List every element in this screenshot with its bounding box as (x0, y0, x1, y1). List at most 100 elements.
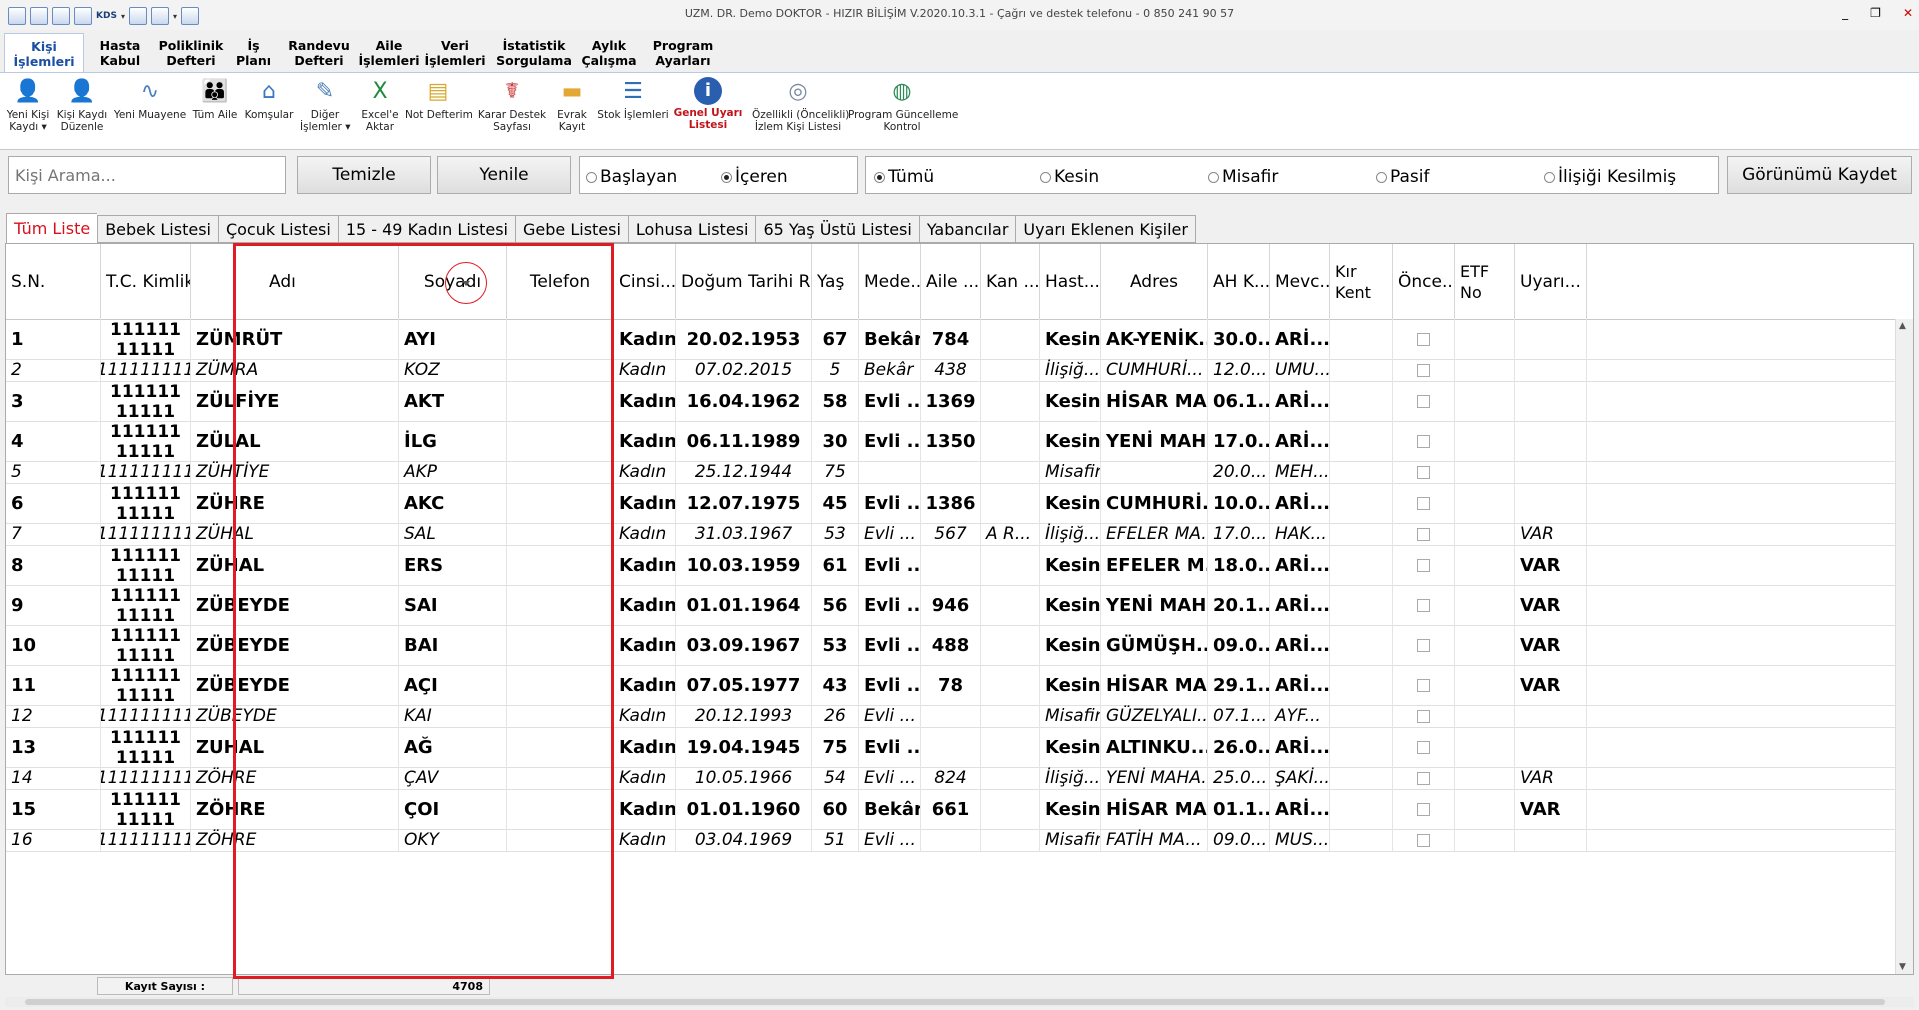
table-row[interactable]: 1411111111111ZÖHREÇAV Kadın10.05.196654Ev… (6, 767, 1896, 790)
table-row[interactable]: 711111111111ZÜHALSAL Kadın31.03.196753Evl… (6, 523, 1896, 546)
list-tab[interactable]: Tüm Liste (6, 213, 98, 243)
ribbon-button[interactable]: ✎ Diğer İşlemler ▾ (300, 77, 350, 133)
table-row[interactable]: 1 11111111111 ZÜMRÜT AYI Kadın 20.02.1953 67 Be… (6, 319, 1896, 360)
column-header[interactable]: Doğum Tarihi R... (676, 244, 812, 319)
column-header[interactable]: Telefon (507, 244, 614, 319)
ribbon-button[interactable]: ∿ Yeni Muayene (113, 77, 187, 121)
table-row[interactable]: 9 11111111111 ZÜBEYDE SAI Kadın 01.01.1964 56 E… (6, 585, 1896, 626)
column-header[interactable]: Cinsi... (614, 244, 676, 319)
ribbon-button[interactable]: 👪 Tüm Aile (190, 77, 240, 121)
ribbon-button[interactable]: ◍ Program Güncelleme Kontrol (848, 77, 958, 133)
column-header[interactable]: AH K... (1208, 244, 1270, 319)
ribbon-tab[interactable]: Veri İşlemleri (421, 33, 489, 73)
checkbox[interactable] (1417, 332, 1430, 346)
checkbox[interactable] (1417, 527, 1430, 541)
table-row[interactable]: 13 11111111111 ZUHAL AĞ Kadın 19.04.1945 75 Evl… (6, 727, 1896, 768)
status-guest-radio[interactable]: Misafir (1208, 167, 1278, 187)
ribbon-button[interactable]: ⌂ Komşular (244, 77, 294, 121)
status-passive-radio[interactable]: Pasif (1376, 167, 1429, 187)
checkbox[interactable] (1417, 558, 1430, 572)
close-button[interactable]: ✕ (1903, 6, 1913, 20)
table-row[interactable]: 3 11111111111 ZÜLFİYE AKT Kadın 16.04.1962 58 E… (6, 381, 1896, 422)
checkbox[interactable] (1417, 709, 1430, 723)
column-header[interactable]: Mede... (859, 244, 921, 319)
ribbon-button[interactable]: ◎ Özellikli (Öncelikli) İzlem Kişi Listes… (752, 77, 849, 133)
ribbon-button[interactable]: ▤ Not Defterim (405, 77, 473, 121)
checkbox[interactable] (1417, 363, 1430, 377)
ribbon-tab[interactable]: İş Planı (226, 33, 281, 73)
vertical-scrollbar[interactable]: ▲ ▼ (1895, 319, 1913, 974)
scroll-down-icon[interactable]: ▼ (1899, 962, 1906, 972)
table-row[interactable]: 211111111111ZÜMRAKOZ Kadın07.02.20155Bekâ… (6, 359, 1896, 382)
list-tab[interactable]: Gebe Listesi (515, 215, 628, 243)
checkbox[interactable] (1417, 465, 1430, 479)
match-contains-radio[interactable]: İçeren (721, 167, 788, 187)
column-header[interactable]: Mevc... (1270, 244, 1330, 319)
table-row[interactable]: 11 11111111111 ZÜBEYDE AÇI Kadın 07.05.1977 43… (6, 665, 1896, 706)
column-header[interactable]: Adres (1101, 244, 1208, 319)
column-header[interactable]: S.N. (6, 244, 101, 319)
sort-dropdown-icon[interactable] (462, 281, 470, 286)
checkbox[interactable] (1417, 434, 1430, 448)
table-row[interactable]: 10 11111111111 ZÜBEYDE BAI Kadın 03.09.1967 53… (6, 625, 1896, 666)
ribbon-button[interactable]: X Excel'e Aktar (355, 77, 405, 133)
scroll-thumb[interactable] (25, 999, 1885, 1005)
horizontal-scrollbar[interactable] (5, 997, 1914, 1007)
table-row[interactable]: 511111111111ZÜHTİYEAKP Kadın25.12.194475 M… (6, 461, 1896, 484)
column-header[interactable]: Kan ... (981, 244, 1040, 319)
checkbox[interactable] (1417, 638, 1430, 652)
ribbon-tab[interactable]: Hasta Kabul (84, 33, 156, 73)
checkbox[interactable] (1417, 833, 1430, 847)
column-header[interactable]: Aile ... (921, 244, 981, 319)
column-header[interactable]: Yaş (812, 244, 859, 319)
ribbon-button[interactable]: i Genel Uyarı Listesi (673, 77, 743, 131)
table-row[interactable]: 1611111111111ZÖHREOKY Kadın03.04.196951Ev… (6, 829, 1896, 852)
scroll-up-icon[interactable]: ▲ (1899, 321, 1906, 331)
ribbon-tab[interactable]: Program Ayarları (639, 33, 727, 73)
refresh-button[interactable]: Yenile (437, 156, 571, 194)
column-header[interactable]: Adı (191, 244, 399, 319)
checkbox[interactable] (1417, 394, 1430, 408)
column-header[interactable]: Uyarı... (1515, 244, 1587, 319)
ribbon-tab[interactable]: İstatistik Sorgulama (489, 33, 579, 73)
ribbon-tab[interactable]: Poliklinik Defteri (156, 33, 226, 73)
list-tab[interactable]: 15 - 49 Kadın Listesi (337, 215, 515, 243)
ribbon-tab[interactable]: Kişi İşlemleri (4, 33, 84, 74)
clear-button[interactable]: Temizle (297, 156, 431, 194)
save-view-button[interactable]: Görünümü Kaydet (1727, 156, 1912, 194)
table-row[interactable]: 8 11111111111 ZÜHAL ERS Kadın 10.03.1959 61 Evl… (6, 545, 1896, 586)
checkbox[interactable] (1417, 678, 1430, 692)
checkbox[interactable] (1417, 771, 1430, 785)
list-tab[interactable]: Uyarı Eklenen Kişiler (1015, 215, 1196, 243)
search-input[interactable] (8, 156, 286, 194)
column-header[interactable]: T.C. Kimlik No (101, 244, 191, 319)
checkbox[interactable] (1417, 740, 1430, 754)
ribbon-button[interactable]: ☤ Karar Destek Sayfası (477, 77, 547, 133)
column-header[interactable]: ETF No (1455, 244, 1515, 319)
table-row[interactable]: 6 11111111111 ZÜHRE AKC Kadın 12.07.1975 45 Evl… (6, 483, 1896, 524)
status-definite-radio[interactable]: Kesin (1040, 167, 1099, 187)
column-header[interactable]: Önce... (1393, 244, 1455, 319)
status-detached-radio[interactable]: İlişiği Kesilmiş (1544, 167, 1676, 187)
list-tab[interactable]: Çocuk Listesi (217, 215, 338, 243)
checkbox[interactable] (1417, 802, 1430, 816)
checkbox[interactable] (1417, 598, 1430, 612)
column-header[interactable]: Hast... (1040, 244, 1101, 319)
column-header[interactable]: Kır Kent (1330, 244, 1393, 319)
ribbon-tab[interactable]: Randevu Defteri (281, 33, 357, 73)
ribbon-button[interactable]: ☰ Stok İşlemleri (597, 77, 669, 121)
restore-button[interactable]: ❐ (1870, 6, 1881, 20)
list-tab[interactable]: Bebek Listesi (97, 215, 218, 243)
match-starts-radio[interactable]: Başlayan (586, 167, 677, 187)
checkbox[interactable] (1417, 496, 1430, 510)
ribbon-button[interactable]: 👤 Kişi Kaydı Düzenle (54, 77, 110, 133)
ribbon-tab[interactable]: Aile İşlemleri (357, 33, 421, 73)
table-row[interactable]: 4 11111111111 ZÜLAL İLG Kadın 06.11.1989 30 Evl… (6, 421, 1896, 462)
table-row[interactable]: 15 11111111111 ZÖHRE ÇOI Kadın 01.01.1960 60 Be… (6, 789, 1896, 830)
minimize-button[interactable]: _ (1842, 6, 1848, 20)
list-tab[interactable]: Yabancılar (918, 215, 1016, 243)
list-tab[interactable]: Lohusa Listesi (627, 215, 756, 243)
ribbon-button[interactable]: 👤 Yeni Kişi Kaydı ▾ (3, 77, 53, 133)
list-tab[interactable]: 65 Yaş Üstü Listesi (755, 215, 919, 243)
ribbon-button[interactable]: ▬ Evrak Kayıt (549, 77, 595, 133)
